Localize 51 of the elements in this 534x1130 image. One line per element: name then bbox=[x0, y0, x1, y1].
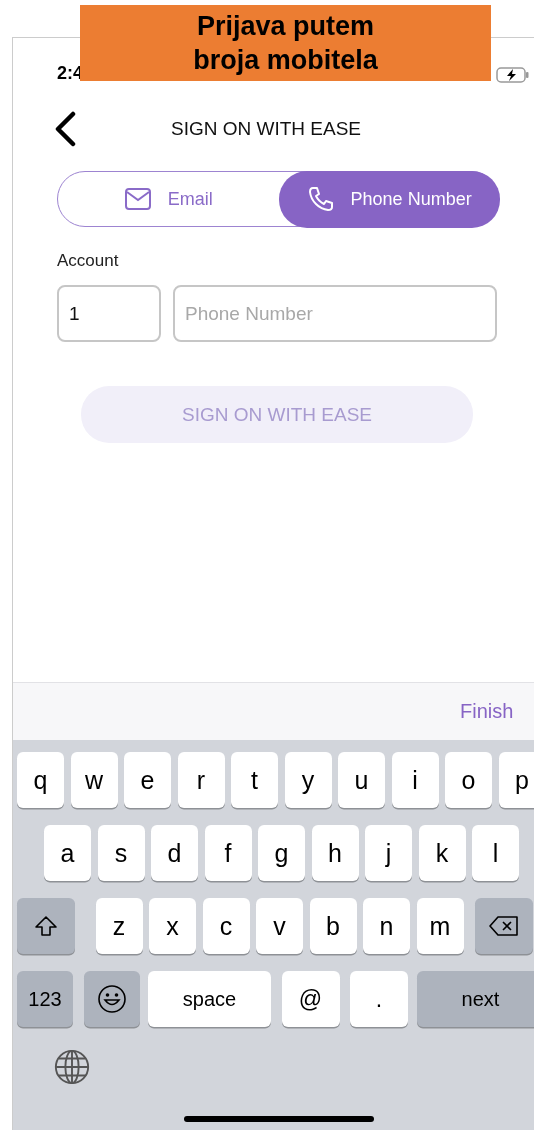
backspace-icon bbox=[488, 914, 520, 938]
letter-key[interactable]: w bbox=[70, 752, 118, 808]
caption-text: Prijava putem bbox=[196, 10, 375, 43]
envelope-icon bbox=[123, 187, 152, 211]
emoji-key[interactable] bbox=[83, 971, 140, 1027]
smiley-icon bbox=[96, 984, 127, 1014]
space-key[interactable]: space bbox=[148, 971, 271, 1027]
method-tab[interactable]: Email bbox=[58, 172, 279, 226]
symbol-key[interactable]: . bbox=[350, 971, 408, 1027]
page-title: SIGN ON WITH EASE bbox=[171, 117, 362, 140]
letter-key[interactable]: z bbox=[95, 898, 143, 954]
letter-key[interactable]: t bbox=[231, 752, 278, 808]
letter-key[interactable]: b bbox=[309, 898, 357, 954]
letter-key[interactable]: f bbox=[204, 825, 252, 881]
letter-key[interactable]: u bbox=[338, 752, 385, 808]
letter-key[interactable]: v bbox=[256, 898, 303, 954]
letter-key[interactable]: e bbox=[124, 752, 171, 808]
letter-key[interactable]: n bbox=[363, 898, 410, 954]
shift-icon bbox=[34, 914, 58, 938]
next-key[interactable]: next bbox=[416, 971, 534, 1027]
phone-icon bbox=[306, 185, 335, 213]
numbers-key[interactable]: 123 bbox=[17, 971, 73, 1027]
letter-key[interactable]: q bbox=[17, 752, 64, 808]
letter-key[interactable]: l bbox=[472, 825, 519, 881]
globe-icon[interactable] bbox=[53, 1048, 91, 1086]
battery-icon bbox=[496, 67, 530, 83]
letter-key[interactable]: x bbox=[149, 898, 196, 954]
letter-key[interactable]: o bbox=[445, 752, 492, 808]
delete-key[interactable] bbox=[475, 898, 533, 954]
country-code-field[interactable]: 1 bbox=[57, 285, 161, 342]
shift-key[interactable] bbox=[17, 898, 75, 954]
finish-button[interactable]: Finish bbox=[460, 700, 514, 723]
letter-key[interactable]: h bbox=[311, 825, 359, 881]
letter-key[interactable]: j bbox=[365, 825, 412, 881]
phone-number-field[interactable]: Phone Number bbox=[173, 285, 497, 342]
caption-text: broja mobitela bbox=[193, 44, 378, 77]
letter-key[interactable]: d bbox=[151, 825, 198, 881]
letter-key[interactable]: p bbox=[498, 752, 534, 808]
letter-key[interactable]: g bbox=[258, 825, 305, 881]
back-icon[interactable] bbox=[53, 110, 77, 147]
letter-key[interactable]: a bbox=[44, 825, 91, 881]
letter-key[interactable]: y bbox=[284, 752, 332, 808]
letter-key[interactable]: k bbox=[418, 825, 466, 881]
letter-key[interactable]: i bbox=[391, 752, 439, 808]
symbol-key[interactable]: @ bbox=[281, 971, 340, 1027]
method-tab[interactable]: Phone Number bbox=[278, 170, 500, 228]
letter-key[interactable]: m bbox=[416, 898, 464, 954]
account-label: Account bbox=[57, 251, 120, 271]
letter-key[interactable]: s bbox=[97, 825, 145, 881]
letter-key[interactable]: r bbox=[177, 752, 225, 808]
letter-key[interactable]: c bbox=[202, 898, 250, 954]
